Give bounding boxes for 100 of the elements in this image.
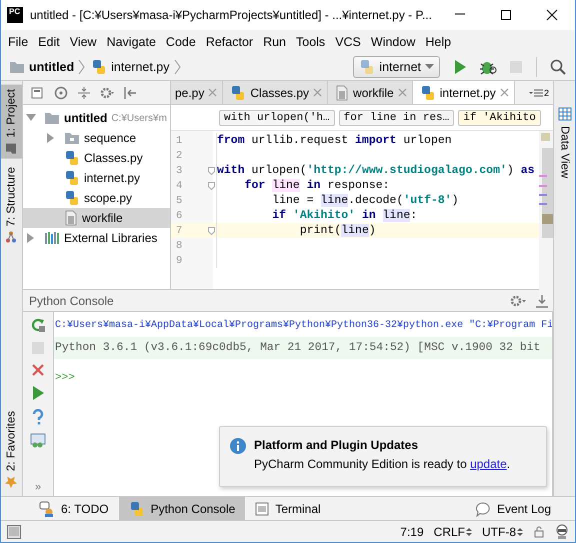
folder-icon: [9, 60, 25, 74]
tool-window-button[interactable]: 2: Favorites: [1, 406, 22, 492]
encoding-selector[interactable]: UTF-8: [482, 524, 523, 538]
hide-icon[interactable]: [535, 294, 549, 308]
search-icon[interactable]: [550, 58, 566, 74]
panel-title: Python Console: [29, 294, 115, 308]
panel-toggle-icon[interactable]: [7, 524, 21, 538]
collapsed-arrow-icon[interactable]: [27, 233, 35, 243]
editor-tab[interactable]: Classes.py: [223, 81, 328, 104]
collapsed-arrow-icon[interactable]: [47, 133, 55, 143]
menu-item[interactable]: Run: [258, 34, 291, 48]
line-number: 9: [175, 254, 184, 266]
console-output: Python 3.6.1 (v3.6.1:69c0db5, Mar 21 2017, 17:54:52) [MSC v.1900 32 bit: [54, 337, 552, 359]
layout-icon[interactable]: [31, 86, 45, 100]
menu-item[interactable]: Tools: [291, 34, 330, 48]
breadcrumb-item[interactable]: internet.py: [91, 58, 170, 74]
pin-left-icon[interactable]: [123, 86, 137, 100]
speech-bubble-icon: [474, 500, 491, 516]
line-number: 4: [175, 180, 184, 192]
tool-window-button[interactable]: 1: Project: [1, 85, 22, 159]
maximize-button[interactable]: [500, 9, 512, 21]
lock-icon[interactable]: [533, 526, 545, 538]
gear-icon[interactable]: [509, 294, 527, 308]
tree-item[interactable]: untitled C:¥Users¥m: [23, 108, 170, 128]
console-prompt[interactable]: >>>: [54, 367, 552, 389]
editor-tab[interactable]: workfile: [328, 81, 413, 104]
menu-item[interactable]: File: [3, 34, 34, 48]
update-link[interactable]: update: [470, 457, 507, 471]
code-line: if 'Akihito' in line:: [271, 209, 418, 222]
tool-window-tab[interactable]: Terminal: [245, 497, 331, 520]
notification-message: PyCharm Community Edition is ready to update.: [254, 457, 510, 471]
python-file-icon: [128, 500, 145, 516]
app-logo: PC: [7, 7, 23, 23]
tree-item[interactable]: Classes.py: [23, 148, 170, 168]
close-button[interactable]: [546, 9, 558, 21]
close-icon[interactable]: [31, 363, 45, 377]
tool-window-button[interactable]: 7: Structure: [1, 162, 22, 248]
editor-tab[interactable]: internet.py: [412, 81, 515, 104]
menu-item[interactable]: Refactor: [200, 34, 258, 48]
folder-icon: [44, 111, 60, 125]
breadcrumb-item[interactable]: with urlopen('h…: [219, 110, 335, 126]
breadcrumb-item[interactable]: untitled: [9, 60, 74, 74]
chevron-icon: [78, 58, 86, 74]
inspector-icon[interactable]: [555, 524, 569, 540]
code-line: with urlopen('http://www.studiogalago.com') as: [217, 164, 534, 177]
updown-icon: [466, 526, 472, 536]
python-file-icon: [64, 150, 80, 166]
line-number: 7: [175, 224, 184, 236]
tool-window-tab[interactable]: Python Console: [118, 497, 246, 520]
line-number: 1: [175, 134, 184, 146]
path-hint: C:¥Users¥m: [111, 112, 167, 124]
menu-item[interactable]: Help: [420, 34, 456, 48]
more-button[interactable]: »: [34, 481, 42, 493]
variables-icon[interactable]: [30, 433, 46, 449]
rerun-icon[interactable]: [30, 317, 46, 333]
todo-icon: [39, 500, 55, 516]
menu-item[interactable]: Navigate: [102, 34, 161, 48]
tree-item[interactable]: scope.py: [23, 188, 170, 208]
close-icon[interactable]: [500, 88, 509, 97]
target-icon[interactable]: [54, 86, 68, 100]
menu-item[interactable]: Edit: [33, 34, 65, 48]
python-file-icon: [91, 58, 108, 74]
tree-item[interactable]: External Libraries: [23, 228, 170, 248]
caret-position[interactable]: 7:19: [400, 524, 424, 538]
menu-item[interactable]: Code: [160, 34, 201, 48]
python-file-icon: [64, 170, 80, 186]
collapse-all-icon[interactable]: [77, 86, 91, 100]
menu-item[interactable]: View: [64, 34, 102, 48]
fold-marker-icon[interactable]: [208, 166, 215, 174]
breadcrumb-item[interactable]: if 'Akihito: [458, 110, 541, 126]
tool-window-tab[interactable]: 6: TODO: [29, 497, 119, 520]
tree-item[interactable]: internet.py: [23, 168, 170, 188]
line-separator-selector[interactable]: CRLF: [434, 524, 472, 538]
fold-marker-icon[interactable]: [208, 182, 215, 190]
run-icon[interactable]: [31, 385, 45, 401]
line-number: 8: [175, 240, 184, 252]
menu-item[interactable]: VCS: [330, 34, 366, 48]
fold-marker-icon[interactable]: [208, 226, 215, 234]
gear-icon[interactable]: [100, 86, 114, 100]
code-line: from urllib.request import urlopen: [217, 134, 452, 147]
event-log-button[interactable]: Event Log: [464, 497, 561, 520]
close-icon[interactable]: [398, 88, 407, 97]
close-icon[interactable]: [313, 88, 322, 97]
breadcrumb-item[interactable]: for line in res…: [338, 110, 454, 126]
library-icon: [44, 231, 60, 245]
updown-icon: [517, 526, 523, 536]
line-number: 6: [175, 210, 184, 222]
notification-title: Platform and Plugin Updates: [254, 438, 420, 452]
run-configuration-dropdown[interactable]: internet: [353, 56, 440, 78]
help-icon[interactable]: [32, 409, 44, 425]
editor-tab[interactable]: pe.py: [171, 81, 224, 104]
close-icon[interactable]: [208, 88, 218, 97]
tree-item[interactable]: sequence: [23, 128, 170, 148]
expanded-arrow-icon[interactable]: [26, 114, 36, 122]
run-icon[interactable]: [453, 58, 467, 74]
window-title: untitled - [C:¥Users¥masa-i¥PycharmProjects¥untitled] - ...¥internet.py - P...: [30, 8, 433, 22]
menu-item[interactable]: Window: [366, 34, 420, 48]
tree-item[interactable]: workfile: [23, 208, 170, 228]
grid-icon: [558, 107, 572, 121]
text-file-icon: [335, 84, 350, 100]
